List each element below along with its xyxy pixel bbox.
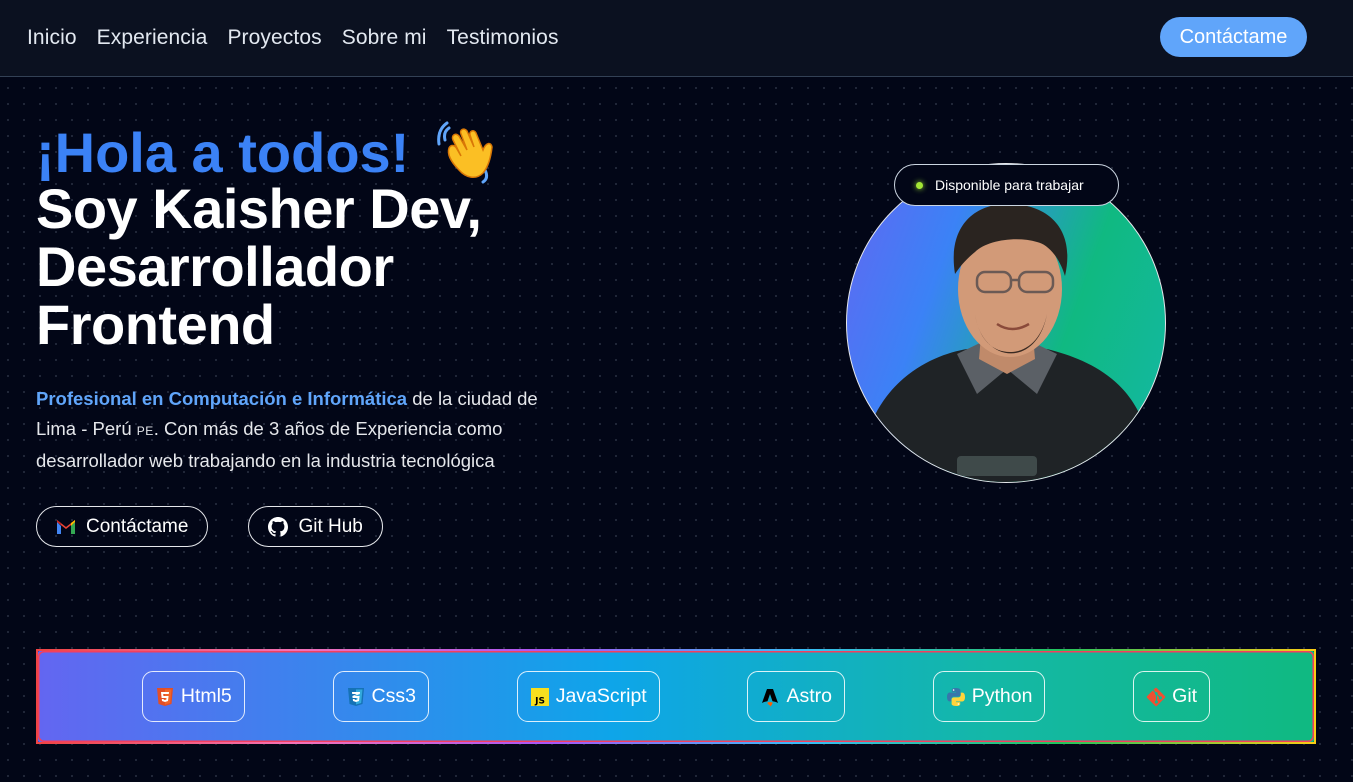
skill-chip-astro: Astro	[747, 671, 845, 722]
contact-button-label: Contáctame	[86, 515, 189, 537]
skill-label: Html5	[180, 685, 232, 707]
gmail-icon	[57, 519, 75, 534]
svg-text:JS: JS	[534, 696, 545, 706]
skill-chip-css3: Css3	[332, 671, 429, 722]
skill-chip-javascript: JS JavaScript	[516, 671, 660, 722]
avatar-container	[846, 163, 1166, 483]
nav-link-proyectos[interactable]: Proyectos	[227, 26, 321, 50]
html5-icon	[156, 687, 173, 706]
hero-buttons: Contáctame Git Hub	[36, 506, 596, 547]
github-button-label: Git Hub	[298, 515, 363, 537]
astro-icon	[762, 688, 779, 706]
availability-badge: Disponible para trabajar	[894, 164, 1119, 206]
python-icon	[946, 687, 965, 706]
hero-bio: Profesional en Computación e Informática…	[36, 384, 566, 476]
nav-links: Inicio Experiencia Proyectos Sobre mi Te…	[27, 26, 559, 50]
contact-button[interactable]: Contáctame	[36, 506, 209, 547]
nav-link-sobre-mi[interactable]: Sobre mi	[342, 26, 427, 50]
skill-label: Git	[1172, 685, 1198, 707]
nav-link-testimonios[interactable]: Testimonios	[447, 26, 559, 50]
github-button[interactable]: Git Hub	[248, 506, 383, 547]
headline-line-3: Frontend	[36, 293, 275, 356]
status-dot-icon	[916, 181, 923, 189]
hero-headline: Soy Kaisher Dev, Desarrollador Frontend	[36, 180, 596, 354]
availability-text: Disponible para trabajar	[935, 177, 1084, 193]
skill-label: JavaScript	[555, 685, 647, 707]
nav-link-experiencia[interactable]: Experiencia	[97, 26, 208, 50]
skill-chip-git: Git	[1133, 671, 1211, 722]
skill-label: Css3	[371, 685, 416, 707]
skill-chip-python: Python	[932, 671, 1046, 722]
bio-highlight: Profesional en Computación e Informática	[36, 388, 408, 409]
hero-section: ¡Hola a todos! Soy Kaisher Dev, Desarrol…	[36, 118, 596, 547]
nav-contact-button[interactable]: Contáctame	[1160, 17, 1307, 57]
avatar	[846, 163, 1166, 483]
css3-icon	[347, 687, 364, 706]
skills-bar: Html5 Css3 JS JavaScript Astro Python Gi…	[36, 649, 1316, 744]
navbar: Inicio Experiencia Proyectos Sobre mi Te…	[0, 0, 1353, 77]
headline-line-1: Soy Kaisher Dev,	[36, 177, 482, 240]
skill-label: Astro	[786, 685, 832, 707]
profile-photo	[867, 203, 1147, 482]
git-icon	[1146, 687, 1166, 706]
peru-flag: PE	[136, 424, 154, 438]
skill-label: Python	[971, 685, 1033, 707]
skill-chip-html5: Html5	[141, 671, 245, 722]
javascript-icon: JS	[530, 687, 549, 706]
github-icon	[268, 516, 289, 537]
headline-line-2: Desarrollador	[36, 235, 394, 298]
nav-link-inicio[interactable]: Inicio	[27, 26, 77, 50]
